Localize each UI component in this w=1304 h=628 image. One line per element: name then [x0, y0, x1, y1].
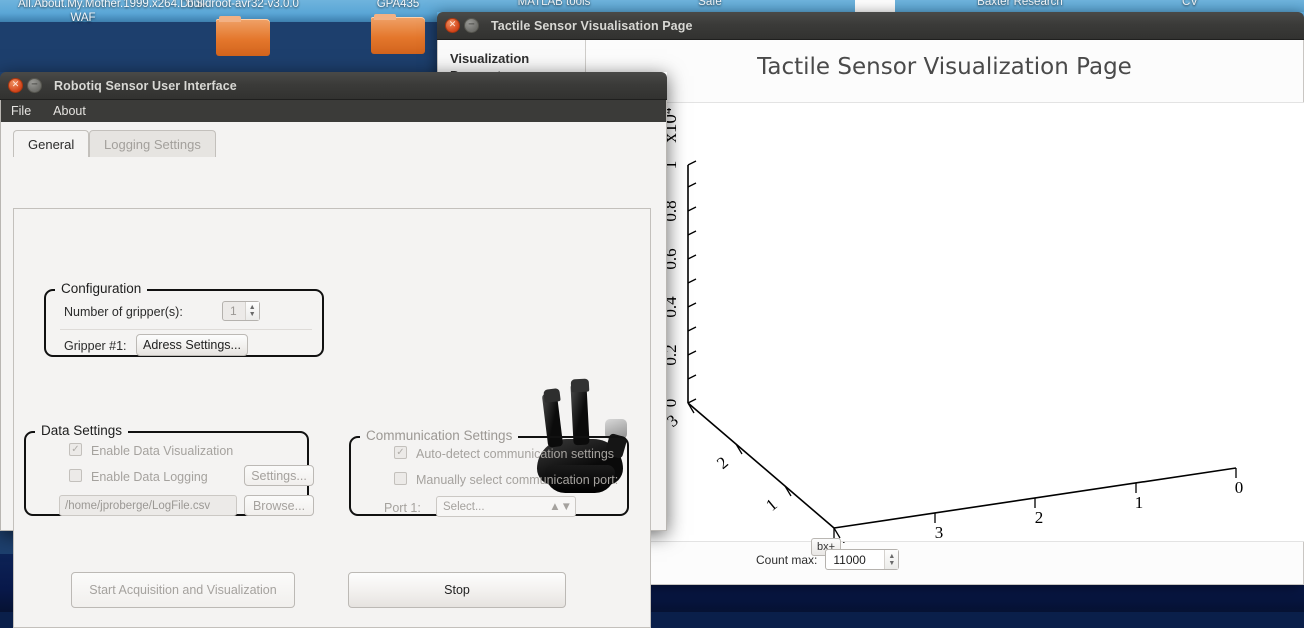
port-1-select[interactable]: Select... ▲▼ — [436, 496, 576, 517]
enable-data-logging-checkbox[interactable] — [69, 469, 82, 482]
page-title: Tactile Sensor Visualization Page — [757, 54, 1132, 80]
desktop-icon-label: Safe — [698, 0, 722, 8]
count-max-row: Count max: 11000 ▲ ▼ — [756, 549, 900, 570]
menu-item-file[interactable]: File — [11, 104, 31, 118]
robotiq-window-titlebar[interactable]: ✕ ─ Robotiq Sensor User Interface — [0, 72, 667, 100]
tactile-window-titlebar[interactable]: ✕ ─ Tactile Sensor Visualisation Page — [437, 12, 1304, 40]
count-max-value[interactable]: 11000 — [826, 553, 884, 567]
desktop-icon-matlab-tools[interactable]: MATLAB tools — [489, 0, 619, 10]
enable-data-logging-label: Enable Data Logging — [91, 470, 208, 484]
start-acquisition-button[interactable]: Start Acquisition and Visualization — [71, 572, 295, 608]
stepper-arrows-icon[interactable]: ▲▼ — [884, 550, 899, 569]
y-tick-2: 2 — [713, 453, 732, 473]
general-tab-panel: Configuration Number of gripper(s): 1 ▲ ▼… — [13, 208, 651, 628]
communication-settings-group-title: Communication Settings — [360, 428, 519, 443]
tactile-main-area: Tactile Sensor Visualization Page 0 0.2 … — [586, 40, 1304, 584]
number-of-grippers-stepper[interactable]: 1 ▲ ▼ — [222, 301, 260, 321]
data-settings-group: Data Settings ✓ Enable Data Visualizatio… — [24, 423, 314, 516]
menu-item-about[interactable]: About — [53, 104, 86, 118]
desktop-icon-safe[interactable]: Safe — [645, 0, 775, 10]
robotiq-window-body: File About General Logging Settings Conf… — [0, 100, 667, 628]
desktop-icon-label: MATLAB tools — [517, 0, 591, 8]
enable-data-visualization-checkbox[interactable]: ✓ — [69, 443, 82, 456]
communication-settings-group: Communication Settings ✓ Auto-detect com… — [349, 428, 629, 517]
enable-data-visualization-label: Enable Data Visualization — [91, 444, 234, 458]
x-tick-0: 0 — [1235, 478, 1244, 497]
configuration-group-title: Configuration — [55, 281, 148, 296]
gripper-1-label: Gripper #1: — [64, 339, 127, 353]
desktop-icon-cv[interactable]: CV — [1125, 0, 1255, 10]
robotiq-sensor-user-interface-window[interactable]: ✕ ─ Robotiq Sensor User Interface File A… — [0, 72, 667, 628]
close-icon[interactable]: ✕ — [8, 78, 23, 93]
tactile-window-title: Tactile Sensor Visualisation Page — [491, 18, 693, 33]
x-tick-1: 1 — [1135, 493, 1144, 512]
auto-detect-label: Auto-detect communication settings — [416, 447, 615, 461]
desktop-icon-label: Baxter Research — [977, 0, 1063, 8]
tabstrip: General Logging Settings — [13, 130, 666, 157]
count-max-label: Count max: — [756, 552, 818, 567]
adress-settings-button[interactable]: Adress Settings... — [136, 334, 248, 356]
configuration-group: Configuration Number of gripper(s): 1 ▲ ▼… — [44, 281, 324, 357]
desktop-icon-label: GPA435 — [376, 0, 420, 10]
desktop-icon-all-about-my-mother[interactable]: All.About.My.Mother.1999.x264.DTS-WAF — [18, 0, 207, 25]
port-1-label: Port 1: — [384, 501, 421, 515]
browse-button[interactable]: Browse... — [244, 495, 314, 516]
manual-port-label: Manually select communication port: — [416, 473, 619, 487]
menubar: File About — [1, 100, 666, 122]
desktop-icon-buildroot[interactable]: buildroot-avr32-v3.0.0 — [178, 0, 308, 58]
robotiq-window-title: Robotiq Sensor User Interface — [54, 78, 237, 93]
group-divider — [60, 329, 312, 330]
minimize-icon[interactable]: ─ — [464, 18, 479, 33]
folder-icon — [216, 15, 270, 56]
manual-port-checkbox[interactable] — [394, 472, 407, 485]
folder-icon — [371, 13, 425, 54]
stop-button[interactable]: Stop — [348, 572, 566, 608]
desktop-icon-baxter-research[interactable]: Baxter Research — [955, 0, 1085, 10]
desktop-icon-label: buildroot-avr32-v3.0.0 — [187, 0, 299, 10]
minimize-icon[interactable]: ─ — [27, 78, 42, 93]
y-tick-1: 1 — [762, 495, 781, 515]
desktop-icon-label: CV — [1182, 0, 1198, 8]
count-max-stepper[interactable]: 11000 ▲ ▼ — [825, 549, 900, 570]
plot-svg: 0 0.2 0.4 0.6 0.8 1 x10⁴ counts — [632, 107, 1244, 557]
stepper-arrows-icon[interactable]: ▲▼ — [549, 501, 572, 513]
number-of-grippers-label: Number of gripper(s): — [64, 305, 183, 319]
data-settings-group-title: Data Settings — [35, 423, 129, 438]
tab-general[interactable]: General — [13, 130, 90, 157]
tactile-3d-plot[interactable]: 0 0.2 0.4 0.6 0.8 1 x10⁴ counts — [632, 102, 1304, 557]
number-of-grippers-value[interactable]: 1 — [223, 304, 245, 318]
stepper-arrows-icon[interactable]: ▲▼ — [244, 302, 259, 320]
auto-detect-checkbox[interactable]: ✓ — [394, 446, 407, 459]
x-tick-3: 3 — [935, 523, 944, 542]
tab-logging-settings[interactable]: Logging Settings — [89, 130, 216, 157]
logging-settings-button[interactable]: Settings... — [244, 465, 314, 486]
close-icon[interactable]: ✕ — [445, 18, 460, 33]
log-file-path-field[interactable]: /home/jproberge/LogFile.csv — [59, 495, 237, 516]
port-1-value: Select... — [443, 500, 485, 513]
x-tick-2: 2 — [1035, 508, 1044, 527]
